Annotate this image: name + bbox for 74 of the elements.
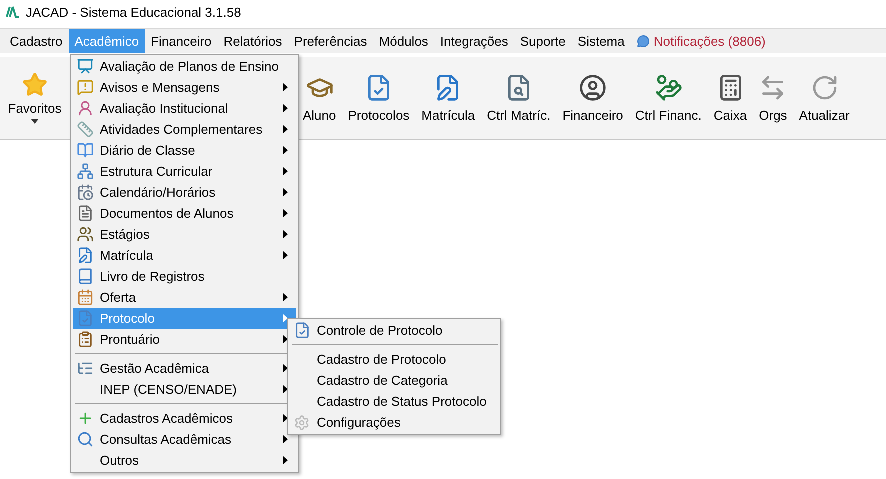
document-check-icon	[294, 322, 310, 339]
app-logo-icon	[6, 6, 20, 18]
calendar-icon	[76, 289, 94, 306]
document-icon	[76, 205, 94, 222]
toolbar-button[interactable]: Ctrl Financ.	[629, 57, 708, 139]
toolbar-button[interactable]: Matrícula	[416, 57, 482, 139]
menu-item[interactable]: Outros	[73, 450, 296, 471]
dropdown-caret-icon	[31, 119, 39, 124]
menu-item[interactable]: Oferta	[73, 287, 296, 308]
submenu-arrow-icon	[283, 251, 288, 260]
calendar-clock-icon	[76, 184, 94, 201]
toolbar-button[interactable]: Orgs	[753, 57, 794, 139]
submenu-arrow-icon	[283, 414, 288, 423]
menu-bar-item[interactable]: Cadastro	[4, 29, 69, 53]
star-icon	[22, 72, 48, 98]
menu-bar-item[interactable]: Suporte	[514, 29, 572, 53]
submenu-arrow-icon	[283, 83, 288, 92]
person-icon	[76, 100, 94, 117]
book-icon	[76, 142, 94, 159]
menu-item[interactable]: Documentos de Alunos	[73, 203, 296, 224]
book-icon	[76, 268, 94, 285]
menu-bar-item[interactable]: Preferências	[288, 29, 374, 53]
people-icon	[76, 226, 94, 243]
submenu-arrow-icon	[283, 385, 288, 394]
window-title: JACAD - Sistema Educacional 3.1.58	[26, 4, 242, 20]
warning-message-icon	[76, 79, 94, 96]
toolbar-button[interactable]: Protocolos	[342, 57, 416, 139]
menu-item[interactable]: Diário de Classe	[73, 140, 296, 161]
submenu-arrow-icon	[283, 167, 288, 176]
list-tree-icon	[76, 360, 94, 377]
submenu-arrow-icon	[283, 314, 288, 323]
submenu-arrow-icon	[283, 293, 288, 302]
menu-bar-item[interactable]: Relatórios	[218, 29, 288, 53]
menu-bar-item[interactable]: Integrações	[434, 29, 514, 53]
menu-item[interactable]: Avaliação Institucional	[73, 98, 296, 119]
menu-item[interactable]: Avaliação de Planos de Ensino	[73, 56, 296, 77]
menu-item[interactable]: Estágios	[73, 224, 296, 245]
submenu-arrow-icon	[283, 188, 288, 197]
menu-item[interactable]: Avisos e Mensagens	[73, 77, 296, 98]
menu-item[interactable]: Matrícula	[73, 245, 296, 266]
menu-bar-item[interactable]: Módulos	[373, 29, 434, 53]
toolbar-button[interactable]: Aluno	[297, 57, 342, 139]
toolbar-button[interactable]: Financeiro	[556, 57, 630, 139]
menu-item[interactable]: Calendário/Horários	[73, 182, 296, 203]
submenu-arrow-icon	[283, 104, 288, 113]
menu-item[interactable]: Livro de Registros	[73, 266, 296, 287]
refresh-icon	[810, 74, 839, 102]
submenu-arrow-icon	[283, 230, 288, 239]
hand-coins-icon	[654, 74, 683, 102]
menu-bar-item[interactable]: Financeiro	[145, 29, 218, 53]
clipboard-icon	[76, 331, 94, 348]
search-icon	[76, 431, 94, 448]
submenu-arrow-icon	[283, 146, 288, 155]
notifications-link[interactable]: Notificações (8806)	[654, 34, 766, 48]
submenu-arrow-icon	[283, 209, 288, 218]
favorites-button[interactable]: Favoritos	[0, 57, 70, 139]
menu-item[interactable]: Atividades Complementares	[73, 119, 296, 140]
submenu-arrow-icon	[283, 435, 288, 444]
menu-bar-item[interactable]: Sistema	[572, 29, 631, 53]
ruler-icon	[76, 121, 94, 138]
toolbar-button[interactable]: Ctrl Matríc.	[481, 57, 557, 139]
menu-item[interactable]: Estrutura Curricular	[73, 161, 296, 182]
hierarchy-icon	[76, 163, 94, 180]
toolbar-button[interactable]: Caixa	[708, 57, 754, 139]
document-pen-icon	[76, 247, 94, 264]
gear-icon	[294, 414, 310, 430]
submenu-arrow-icon	[283, 364, 288, 373]
submenu-arrow-icon	[283, 456, 288, 465]
submenu-arrow-icon	[283, 335, 288, 344]
document-check-icon	[76, 310, 94, 327]
submenu-arrow-icon	[283, 125, 288, 134]
toolbar-button[interactable]: Atualizar	[793, 57, 856, 139]
notification-icon	[636, 34, 650, 48]
presentation-icon	[76, 58, 94, 75]
